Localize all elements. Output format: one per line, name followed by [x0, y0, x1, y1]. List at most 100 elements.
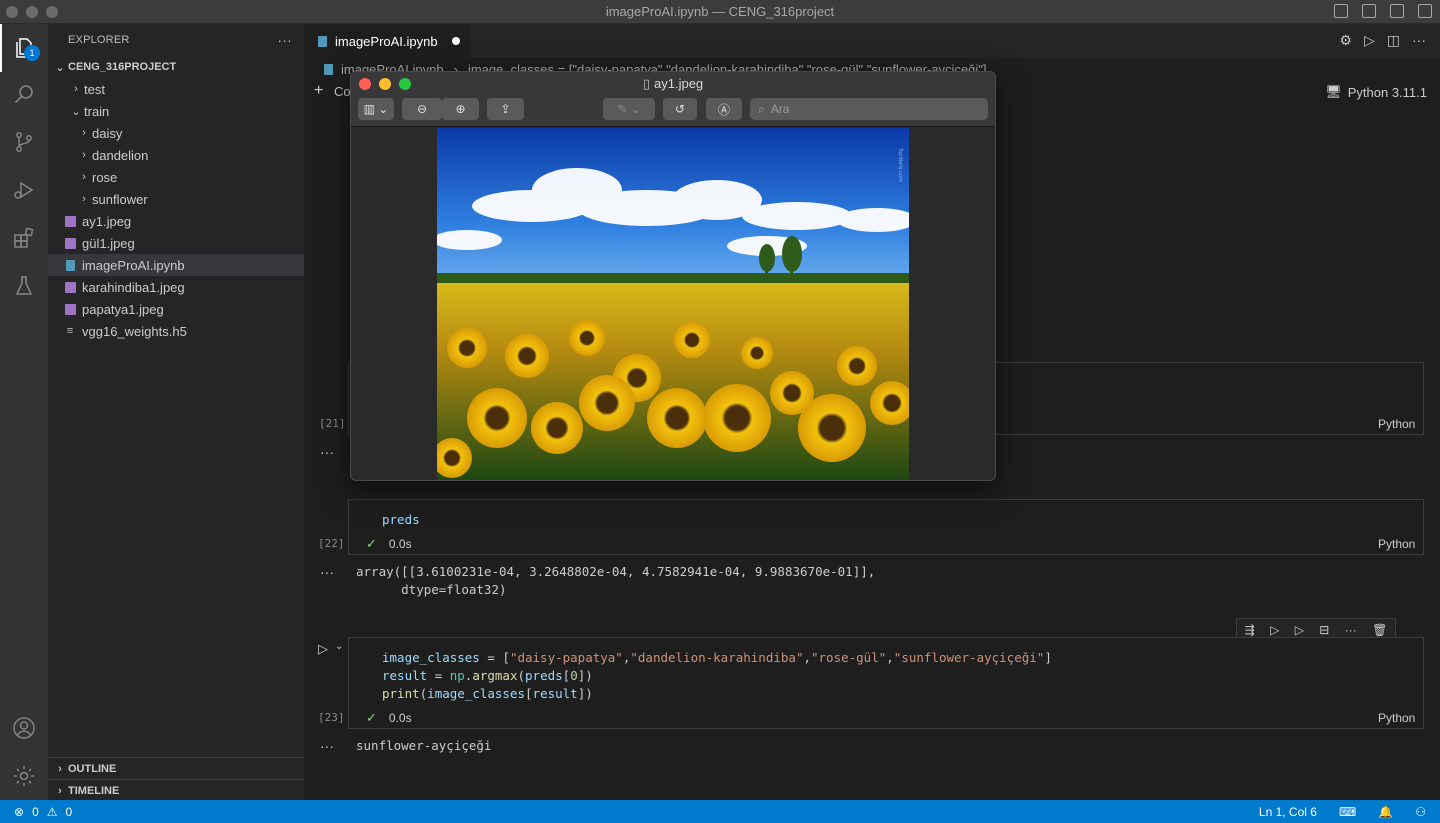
split-editor-icon[interactable]: ◫	[1387, 32, 1400, 49]
image-file-icon: ▯	[642, 76, 650, 91]
chevron-right-icon: ›	[82, 193, 86, 205]
source-control-icon[interactable]	[12, 130, 36, 154]
tree-item-label: gül1.jpeg	[82, 235, 135, 251]
tree-item-karahindiba1[interactable]: karahindiba1.jpeg	[48, 276, 304, 298]
problems-indicator[interactable]: ⊗ 0 ⚠ 0	[14, 805, 72, 819]
tree-item-rose[interactable]: › rose	[48, 166, 304, 188]
tree-item-label: sunflower	[92, 191, 148, 207]
run-all-icon[interactable]: ▷	[1364, 32, 1375, 49]
preview-title: ▯ ay1.jpeg	[351, 76, 995, 92]
customize-layout-icon[interactable]	[1418, 4, 1432, 18]
markup-button[interactable]: Ⓐ	[706, 98, 742, 120]
extensions-icon[interactable]	[12, 226, 36, 250]
sidebar-toggle-button[interactable]: ▥ ⌄	[358, 98, 394, 120]
run-debug-icon[interactable]	[12, 178, 36, 202]
cell-language[interactable]: Python	[1378, 417, 1415, 431]
image-preview-window: ▯ ay1.jpeg ▥ ⌄ ⊖ ⊕ ⇪ ✎ ⌄ ↺ Ⓐ ⌕ Ara TopWa…	[350, 71, 996, 481]
tree-item-label: karahindiba1.jpeg	[82, 279, 185, 295]
settings-icon[interactable]: ⚙	[1339, 32, 1352, 49]
window-titlebar: imageProAI.ipynb — CENG_316project	[0, 0, 1440, 24]
tree-item-daisy[interactable]: › daisy	[48, 122, 304, 144]
more-cell-actions-icon[interactable]: ···	[1345, 623, 1357, 637]
tree-item-gul1[interactable]: gül1.jpeg	[48, 232, 304, 254]
active-indicator	[0, 24, 2, 72]
copilot-icon[interactable]: ⚇	[1415, 805, 1426, 819]
timeline-section[interactable]: › TIMELINE	[48, 779, 304, 801]
toggle-sidebar-icon[interactable]	[1334, 4, 1348, 18]
toggle-secondary-sidebar-icon[interactable]	[1390, 4, 1404, 18]
image-file-icon	[62, 237, 78, 249]
explorer-badge: 1	[24, 45, 40, 61]
tree-item-ay1[interactable]: ay1.jpeg	[48, 210, 304, 232]
tab-imageproai[interactable]: imageProAI.ipynb	[304, 24, 470, 58]
markup-pen-button[interactable]: ✎ ⌄	[603, 98, 655, 120]
toggle-panel-icon[interactable]	[1362, 4, 1376, 18]
zoom-in-button[interactable]: ⊕	[442, 98, 479, 120]
account-icon[interactable]	[12, 716, 36, 740]
run-cell-icon[interactable]: ▷	[318, 641, 328, 657]
kernel-label: Python 3.11.1	[1347, 84, 1427, 100]
warning-icon: ⚠	[46, 804, 58, 819]
add-code-label[interactable]: Co	[334, 84, 351, 99]
preview-search-input[interactable]: ⌕ Ara	[750, 98, 988, 120]
more-actions-icon[interactable]: ···	[1412, 32, 1426, 49]
preview-toolbar: ▯ ay1.jpeg ▥ ⌄ ⊖ ⊕ ⇪ ✎ ⌄ ↺ Ⓐ ⌕ Ara	[351, 72, 995, 127]
cell-language[interactable]: Python	[1378, 537, 1415, 551]
execution-count: [21]	[319, 417, 346, 430]
cell-status: ✓ 0.0s	[366, 710, 412, 726]
tree-item-train[interactable]: ⌄ train	[48, 100, 304, 122]
minimize-window-button[interactable]	[26, 6, 38, 18]
activity-bar: 1	[0, 24, 48, 800]
add-code-icon[interactable]: +	[314, 82, 323, 100]
tree-item-vgg16[interactable]: ≡ vgg16_weights.h5	[48, 320, 304, 342]
run-above-icon[interactable]: ⇶	[1245, 623, 1255, 637]
file-lines-icon: ≡	[66, 325, 74, 337]
tree-item-label: vgg16_weights.h5	[82, 323, 187, 339]
search-icon[interactable]	[12, 82, 36, 106]
image-file-icon	[62, 215, 78, 227]
tree-item-label: daisy	[92, 125, 123, 141]
close-window-button[interactable]	[6, 6, 18, 18]
notifications-bell-icon[interactable]: 🔔	[1378, 805, 1393, 819]
maximize-window-button[interactable]	[46, 6, 58, 18]
cell-language[interactable]: Python	[1378, 711, 1415, 725]
notebook-cell-22[interactable]	[348, 499, 1424, 555]
zoom-out-button[interactable]: ⊖	[402, 98, 442, 120]
project-root[interactable]: ⌄ CENG_316PROJECT	[48, 56, 304, 78]
cell-code[interactable]: image_classes = ["daisy-papatya","dandel…	[382, 649, 1052, 703]
tree-item-label: rose	[92, 169, 118, 185]
tree-item-papatya1[interactable]: papatya1.jpeg	[48, 298, 304, 320]
image-file-icon	[62, 281, 78, 293]
run-below-icon[interactable]: ▷	[1295, 623, 1304, 637]
chevron-right-icon: ›	[74, 83, 78, 95]
rotate-button[interactable]: ↺	[663, 98, 697, 120]
split-cell-icon[interactable]: ⊟	[1319, 623, 1329, 637]
unsaved-dot-icon[interactable]	[451, 37, 460, 45]
outline-label: OUTLINE	[68, 762, 117, 775]
testing-icon[interactable]	[12, 274, 36, 298]
cell-code[interactable]: preds	[382, 511, 420, 529]
explorer-header: EXPLORER ···	[48, 24, 304, 56]
tree-item-test[interactable]: › test	[48, 78, 304, 100]
kernel-picker[interactable]: 🖥 Python 3.11.1	[1325, 84, 1427, 100]
chevron-down-icon[interactable]: ⌄	[335, 641, 343, 652]
tree-item-dandelion[interactable]: › dandelion	[48, 144, 304, 166]
tree-item-imageproai[interactable]: imageProAI.ipynb	[48, 254, 304, 276]
window-title: imageProAI.ipynb — CENG_316project	[605, 4, 835, 19]
output-collapse-icon[interactable]: ···	[320, 738, 334, 754]
explorer-more-actions[interactable]: ···	[277, 32, 292, 48]
share-button[interactable]: ⇪	[487, 98, 524, 120]
cursor-position[interactable]: Ln 1, Col 6	[1259, 805, 1317, 819]
delete-cell-icon[interactable]: 🗑	[1372, 623, 1387, 637]
output-collapse-icon[interactable]: ···	[320, 564, 334, 580]
outline-section[interactable]: › OUTLINE	[48, 757, 304, 779]
notebook-file-icon	[324, 63, 333, 75]
cell-output-line: array([[3.6100231e-04, 3.2648802e-04, 4.…	[356, 564, 876, 579]
notebook-file-icon	[62, 259, 78, 271]
output-collapse-icon[interactable]: ···	[320, 444, 334, 460]
cell-time: 0.0s	[388, 537, 412, 551]
tree-item-sunflower[interactable]: › sunflower	[48, 188, 304, 210]
live-share-icon[interactable]: ⌨	[1339, 805, 1356, 819]
run-cell-icon[interactable]: ▷	[1270, 623, 1279, 637]
settings-gear-icon[interactable]	[12, 764, 36, 788]
